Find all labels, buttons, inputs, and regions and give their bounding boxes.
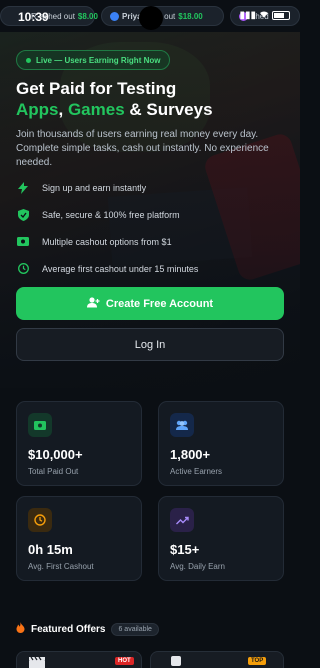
clock-icon xyxy=(16,262,30,276)
hot-badge: HOT xyxy=(115,657,134,665)
bolt-icon xyxy=(16,181,30,195)
stat-value: 1,800+ xyxy=(170,447,211,462)
stat-label: Avg. First Cashout xyxy=(28,562,94,571)
stat-label: Avg. Daily Earn xyxy=(170,562,225,571)
wifi-icon xyxy=(259,10,269,21)
cash-icon xyxy=(16,235,30,249)
featured-offers-header: Featured Offers 6 available xyxy=(16,620,159,638)
feature-item: Safe, secure & 100% free platform xyxy=(16,201,284,228)
stat-card-daily-earn: $15+ Avg. Daily Earn xyxy=(158,496,284,581)
headline-separator: , xyxy=(58,100,68,119)
stat-card-active-earners: 1,800+ Active Earners xyxy=(158,401,284,486)
feature-item: Average first cashout under 15 minutes xyxy=(16,255,284,282)
stat-card-first-cashout: 0h 15m Avg. First Cashout xyxy=(16,496,142,581)
status-bar: 10:39 ▮▮▮ xyxy=(0,0,300,32)
camera-notch xyxy=(139,6,163,30)
stats-grid: $10,000+ Total Paid Out 1,800+ Active Ea… xyxy=(16,401,284,581)
trend-icon xyxy=(170,508,194,532)
stat-value: $15+ xyxy=(170,542,200,557)
clock-icon xyxy=(28,508,52,532)
fire-icon xyxy=(16,620,25,638)
offers-count-badge: 6 available xyxy=(111,622,159,636)
stat-label: Active Earners xyxy=(170,467,223,476)
feature-text: Average first cashout under 15 minutes xyxy=(42,263,199,274)
feature-text: Safe, secure & 100% free platform xyxy=(42,209,180,220)
create-account-label: Create Free Account xyxy=(105,297,214,310)
headline-apps: Apps xyxy=(16,100,59,119)
feature-item: Sign up and earn instantly xyxy=(16,174,284,201)
users-icon xyxy=(170,413,194,437)
top-badge: TOP xyxy=(248,657,267,665)
feature-item: Multiple cashout options from $1 xyxy=(16,228,284,255)
system-icons: ▮▮▮ xyxy=(239,10,290,21)
featured-offers-title: Featured Offers xyxy=(31,623,106,635)
login-button[interactable]: Log In xyxy=(16,328,284,361)
status-time: 10:39 xyxy=(18,10,49,24)
signal-icon: ▮▮▮ xyxy=(239,10,256,21)
shield-icon xyxy=(16,208,30,222)
hero-subtitle: Join thousands of users earning real mon… xyxy=(16,129,269,168)
live-badge: Live — Users Earning Right Now xyxy=(16,50,171,70)
page-title: Get Paid for Testing Apps, Games & Surve… xyxy=(16,78,286,120)
battery-icon xyxy=(272,11,290,20)
game-thumbnail-icon xyxy=(171,656,181,666)
clapper-icon xyxy=(29,656,45,668)
feature-text: Sign up and earn instantly xyxy=(42,182,147,193)
stat-label: Total Paid Out xyxy=(28,467,79,476)
feature-text: Multiple cashout options from $1 xyxy=(42,236,172,247)
live-badge-label: Live — Users Earning Right Now xyxy=(36,55,161,65)
create-account-button[interactable]: Create Free Account xyxy=(16,287,284,320)
stat-value: 0h 15m xyxy=(28,542,73,557)
stat-value: $10,000+ xyxy=(28,447,83,462)
login-label: Log In xyxy=(134,338,166,351)
feature-list: Sign up and earn instantly Safe, secure … xyxy=(16,174,284,282)
headline-surveys: & Surveys xyxy=(124,100,213,119)
headline-line1: Get Paid for Testing xyxy=(16,79,177,98)
headline-games: Games xyxy=(67,100,125,119)
live-dot-icon xyxy=(26,57,31,63)
add-user-icon xyxy=(86,296,100,311)
money-icon xyxy=(28,413,52,437)
stat-card-paid-out: $10,000+ Total Paid Out xyxy=(16,401,142,486)
